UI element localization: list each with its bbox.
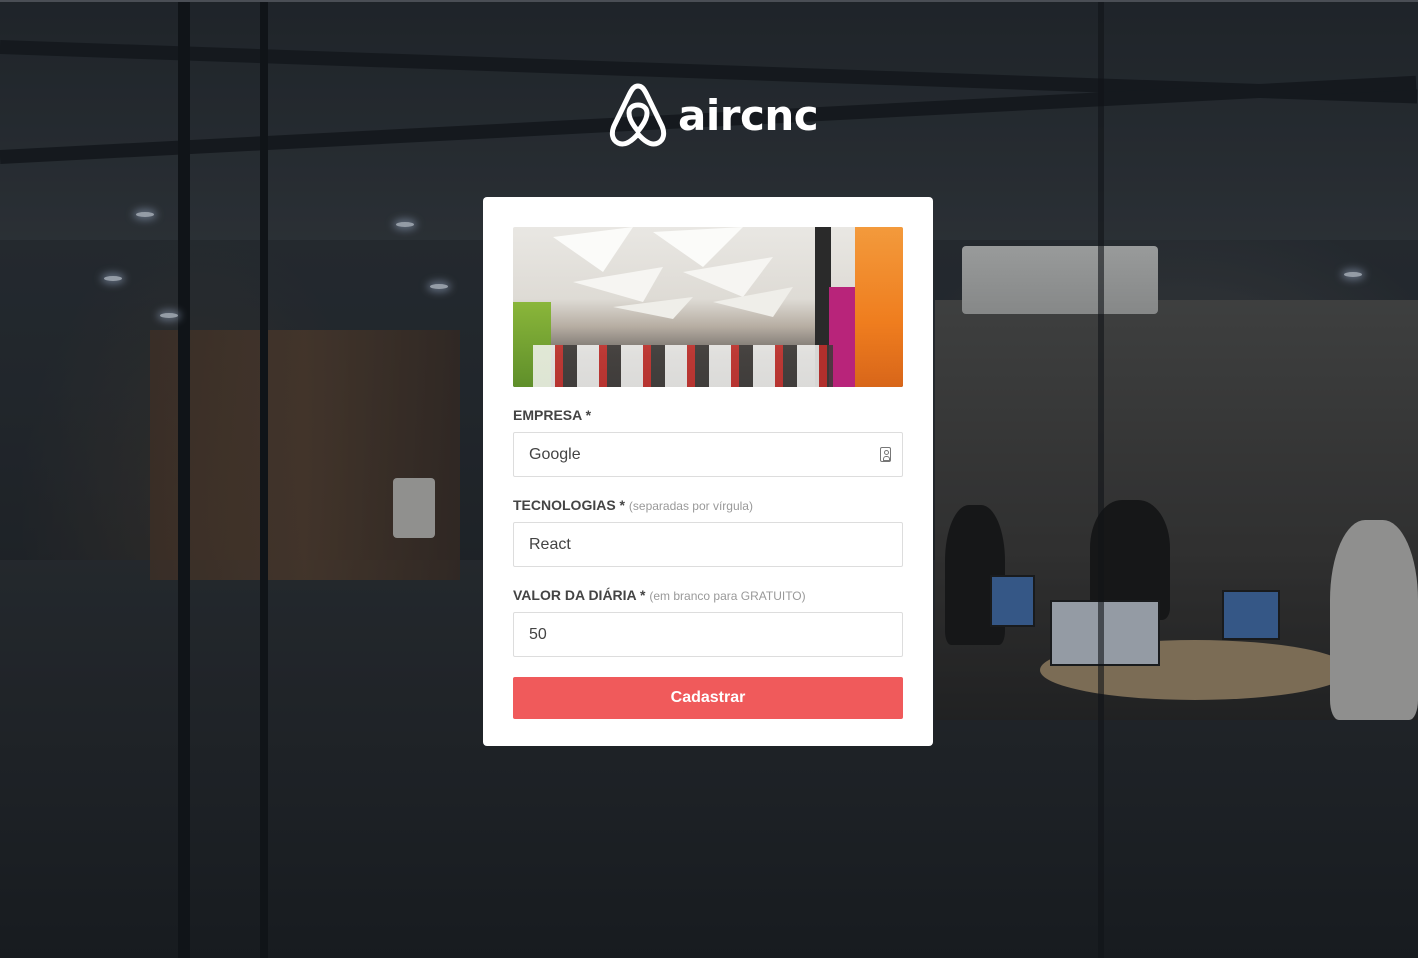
price-field: [513, 612, 903, 657]
contact-card-icon[interactable]: [880, 447, 891, 462]
thumbnail-tables: [533, 345, 833, 387]
thumbnail-preview[interactable]: [513, 227, 903, 387]
airbnb-belo-logo-icon: [609, 83, 667, 147]
company-field: [513, 432, 903, 477]
price-label-text: VALOR DA DIÁRIA *: [513, 587, 646, 603]
thumbnail-ceiling-graphic: [553, 227, 793, 319]
top-border: [0, 0, 1418, 2]
company-label: EMPRESA *: [513, 407, 903, 423]
app-logo: aircnc: [608, 82, 819, 148]
techs-label-text: TECNOLOGIAS *: [513, 497, 626, 513]
techs-input[interactable]: [513, 522, 903, 567]
new-spot-form-card: EMPRESA * TECNOLOGIAS * (separadas por v…: [483, 197, 933, 746]
price-label: VALOR DA DIÁRIA * (em branco para GRATUI…: [513, 587, 903, 603]
thumbnail-orange-wall: [855, 227, 903, 387]
company-label-text: EMPRESA *: [513, 407, 592, 423]
price-hint: (em branco para GRATUITO): [649, 589, 806, 603]
techs-field: [513, 522, 903, 567]
price-input[interactable]: [513, 612, 903, 657]
brand-name: aircnc: [678, 90, 819, 140]
techs-label: TECNOLOGIAS * (separadas por vírgula): [513, 497, 903, 513]
techs-hint: (separadas por vírgula): [628, 499, 753, 513]
submit-button[interactable]: Cadastrar: [513, 677, 903, 719]
company-input[interactable]: [513, 432, 903, 477]
